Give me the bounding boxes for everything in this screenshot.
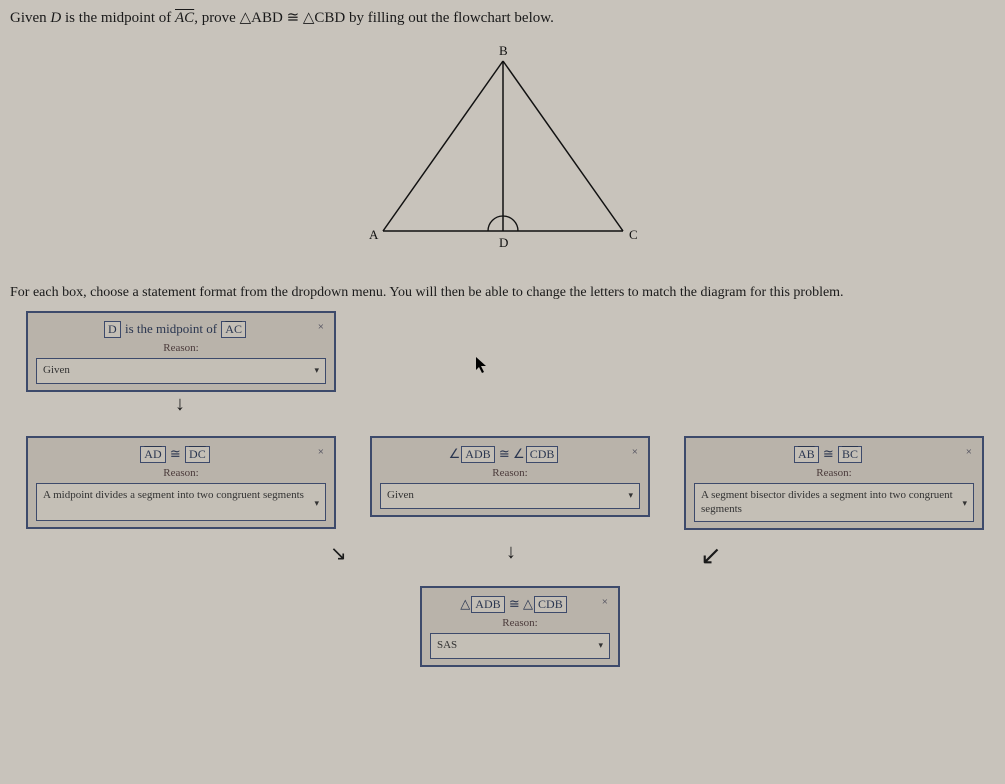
reason-dropdown[interactable]: SAS ▾ — [430, 633, 610, 659]
chevron-down-icon: ▾ — [628, 490, 633, 502]
reason-label: Reason: — [36, 342, 326, 354]
statement-5: △ADB ≅ △CDB × — [430, 594, 610, 615]
reason-dropdown[interactable]: A midpoint divides a segment into two co… — [36, 483, 326, 521]
vertex-C: C — [629, 227, 638, 242]
input-triangle[interactable]: ADB — [471, 596, 504, 613]
triangle-ABD: △ABD — [240, 10, 283, 26]
input-angle[interactable]: CDB — [526, 446, 559, 463]
congruent-symbol: ≅ — [283, 10, 303, 26]
congruent-symbol: ≅ — [820, 446, 837, 461]
arrow-down-icon: ↓ — [506, 541, 516, 564]
text: by filling out the flowchart below. — [345, 10, 554, 26]
chevron-down-icon: ▾ — [598, 640, 603, 652]
proof-card-3: ∠ADB ≅ ∠CDB × Reason: Given ▾ — [370, 436, 650, 517]
arrow-diag-left-icon: ↙ — [700, 541, 722, 571]
close-icon[interactable]: × — [318, 446, 324, 458]
reason-label: Reason: — [430, 617, 610, 629]
segment-AC: AC — [175, 10, 194, 26]
reason-value: Given — [43, 364, 70, 376]
input-segment[interactable]: DC — [185, 446, 210, 463]
reason-label: Reason: — [694, 467, 974, 479]
chevron-down-icon: ▾ — [314, 365, 319, 377]
congruent-symbol: ≅ — [496, 446, 513, 461]
reason-value: A segment bisector divides a segment int… — [701, 489, 953, 515]
text: is the midpoint of — [122, 321, 221, 336]
triangle-diagram: A B C D — [0, 31, 1005, 281]
congruent-symbol: ≅ — [506, 596, 523, 611]
arrow-down-icon: ↓ — [175, 393, 185, 416]
close-icon[interactable]: × — [632, 446, 638, 458]
text: is the midpoint of — [61, 10, 175, 26]
chevron-down-icon: ▾ — [962, 498, 967, 510]
proof-card-2: AD ≅ DC × Reason: A midpoint divides a s… — [26, 436, 336, 529]
statement-3: ∠ADB ≅ ∠CDB × — [380, 444, 640, 465]
proof-card-1: D is the midpoint of AC × Reason: Given … — [26, 311, 336, 392]
input-angle[interactable]: ADB — [461, 446, 494, 463]
triangle-symbol: △ — [523, 596, 533, 611]
input-segment[interactable]: AD — [140, 446, 165, 463]
reason-dropdown[interactable]: Given ▾ — [380, 483, 640, 509]
input-segment[interactable]: BC — [838, 446, 862, 463]
chevron-down-icon: ▾ — [314, 498, 319, 510]
reason-label: Reason: — [36, 467, 326, 479]
reason-label: Reason: — [380, 467, 640, 479]
congruent-symbol: ≅ — [167, 446, 184, 461]
reason-value: Given — [387, 489, 414, 501]
statement-4: AB ≅ BC × — [694, 444, 974, 465]
arrow-diag-right-icon: ↘ — [330, 541, 347, 566]
reason-value: A midpoint divides a segment into two co… — [43, 489, 304, 501]
close-icon[interactable]: × — [318, 321, 324, 333]
close-icon[interactable]: × — [602, 596, 608, 608]
angle-symbol: ∠ — [449, 446, 461, 461]
vertex-D: D — [499, 235, 508, 250]
var-D: D — [50, 10, 61, 26]
close-icon[interactable]: × — [966, 446, 972, 458]
flowchart: D is the midpoint of AC × Reason: Given … — [0, 311, 1005, 731]
input-segment[interactable]: AC — [221, 321, 246, 338]
reason-value: SAS — [437, 639, 457, 651]
instructions-text: For each box, choose a statement format … — [0, 281, 1005, 311]
triangle-CBD: △CBD — [303, 10, 345, 26]
text: Given — [10, 10, 50, 26]
text: , prove — [194, 10, 239, 26]
vertex-B: B — [499, 43, 508, 58]
triangle-svg: A B C D — [313, 41, 693, 261]
reason-dropdown[interactable]: A segment bisector divides a segment int… — [694, 483, 974, 522]
statement-2: AD ≅ DC × — [36, 444, 326, 465]
proof-card-4: AB ≅ BC × Reason: A segment bisector div… — [684, 436, 984, 530]
angle-symbol: ∠ — [513, 446, 525, 461]
reason-dropdown[interactable]: Given ▾ — [36, 358, 326, 384]
proof-card-conclusion: △ADB ≅ △CDB × Reason: SAS ▾ — [420, 586, 620, 667]
triangle-symbol: △ — [460, 596, 470, 611]
cursor-icon — [475, 356, 489, 379]
problem-statement: Given D is the midpoint of AC, prove △AB… — [0, 0, 1005, 31]
input-point[interactable]: D — [104, 321, 121, 338]
input-segment[interactable]: AB — [794, 446, 819, 463]
input-triangle[interactable]: CDB — [534, 596, 567, 613]
statement-1: D is the midpoint of AC × — [36, 319, 326, 340]
vertex-A: A — [369, 227, 379, 242]
